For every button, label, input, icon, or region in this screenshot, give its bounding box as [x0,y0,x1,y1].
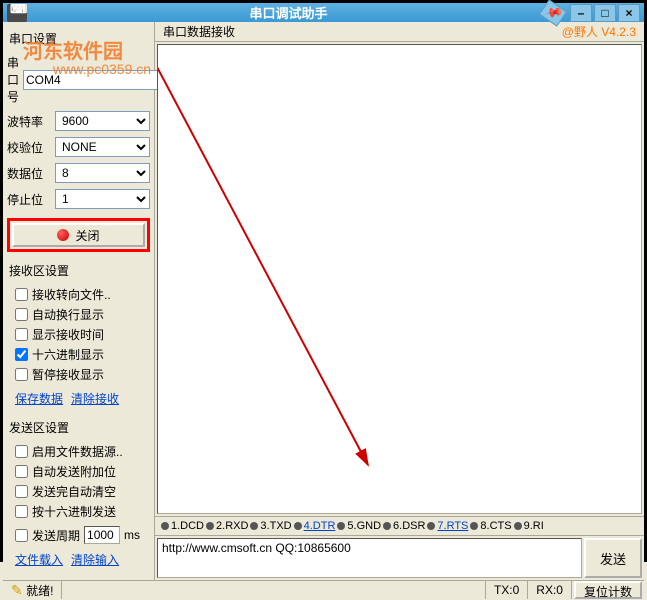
signal-dot-icon [383,522,391,530]
send-check-3[interactable] [15,505,28,518]
recv-check-label-0: 接收转向文件.. [32,286,111,303]
parity-label: 校验位 [7,139,51,156]
signal-3.TXD: 3.TXD [250,520,291,532]
recv-check-label-1: 自动换行显示 [32,306,104,323]
baud-select[interactable]: 9600 [55,111,150,131]
send-check-label-1: 自动发送附加位 [32,463,116,480]
signal-row: 1.DCD2.RXD3.TXD4.DTR5.GND6.DSR7.RTS8.CTS… [155,516,644,536]
titlebar: 串口调试助手 📌 – □ × [3,3,644,22]
send-check-1[interactable] [15,465,28,478]
recv-section-title: 接收区设置 [9,262,150,279]
send-section-title: 发送区设置 [9,419,150,436]
recv-check-1[interactable] [15,308,28,321]
signal-9.RI: 9.RI [514,520,544,532]
stop-label: 停止位 [7,191,51,208]
signal-dot-icon [294,522,302,530]
close-port-label: 关闭 [75,227,99,244]
send-check-label-2: 发送完自动清空 [32,483,116,500]
stop-select[interactable]: 1 [55,189,150,209]
signal-4.DTR[interactable]: 4.DTR [294,520,336,532]
send-button[interactable]: 发送 [584,538,642,578]
signal-dot-icon [206,522,214,530]
send-check-label-0: 启用文件数据源.. [32,443,123,460]
recv-check-0[interactable] [15,288,28,301]
parity-select[interactable]: NONE [55,137,150,157]
signal-5.GND: 5.GND [337,520,381,532]
close-port-button[interactable]: 关闭 [12,223,145,247]
recv-check-label-4: 暂停接收显示 [32,366,104,383]
send-check-label-3: 按十六进制发送 [32,503,116,520]
period-label: 发送周期 [32,527,80,544]
period-unit: ms [124,528,140,542]
brand-label: @野人 V4.2.3 [562,23,636,40]
save-data-link[interactable]: 保存数据 [15,390,63,407]
left-panel: 串口设置 串口号 波特率 9600 校验位 NONE 数据位 8 停止位 1 [3,22,155,580]
period-input[interactable] [84,526,120,544]
signal-dot-icon [161,522,169,530]
signal-dot-icon [337,522,345,530]
minimize-button[interactable]: – [570,4,592,22]
recv-check-label-2: 显示接收时间 [32,326,104,343]
close-button-highlight: 关闭 [7,218,150,252]
signal-dot-icon [514,522,522,530]
status-rx: RX:0 [528,581,572,599]
led-icon [57,229,69,241]
signal-dot-icon [470,522,478,530]
maximize-button[interactable]: □ [594,4,616,22]
app-icon [7,4,27,22]
statusbar: ✎ 就绪! TX:0 RX:0 复位计数 [3,580,644,599]
status-tx: TX:0 [486,581,528,599]
data-label: 数据位 [7,165,51,182]
recv-textarea[interactable] [157,44,642,514]
port-section-title: 串口设置 [9,30,150,47]
recv-check-label-3: 十六进制显示 [32,346,104,363]
data-select[interactable]: 8 [55,163,150,183]
signal-1.DCD: 1.DCD [161,520,204,532]
reset-count-button[interactable]: 复位计数 [574,581,642,599]
signal-2.RXD: 2.RXD [206,520,248,532]
clear-recv-link[interactable]: 清除接收 [71,390,119,407]
recv-check-2[interactable] [15,328,28,341]
send-check-0[interactable] [15,445,28,458]
annotation-arrow [158,45,638,485]
warn-icon: ✎ [11,582,23,599]
port-label: 串口号 [7,54,19,105]
recv-check-3[interactable] [15,348,28,361]
signal-7.RTS[interactable]: 7.RTS [427,520,468,532]
status-ready: 就绪! [26,582,53,599]
close-window-button[interactable]: × [618,4,640,22]
signal-dot-icon [427,522,435,530]
signal-8.CTS: 8.CTS [470,520,511,532]
recv-header-label: 串口数据接收 [163,23,562,40]
send-input[interactable] [157,538,582,578]
signal-dot-icon [250,522,258,530]
signal-6.DSR: 6.DSR [383,520,425,532]
baud-label: 波特率 [7,113,51,130]
file-load-link[interactable]: 文件载入 [15,551,63,568]
clear-input-link[interactable]: 清除输入 [71,551,119,568]
send-check-2[interactable] [15,485,28,498]
right-panel: 串口数据接收 @野人 V4.2.3 1.DCD2.RXD3.TXD4.DTR5.… [155,22,644,580]
window-title: 串口调试助手 [35,3,542,22]
recv-check-4[interactable] [15,368,28,381]
period-checkbox[interactable] [15,529,28,542]
